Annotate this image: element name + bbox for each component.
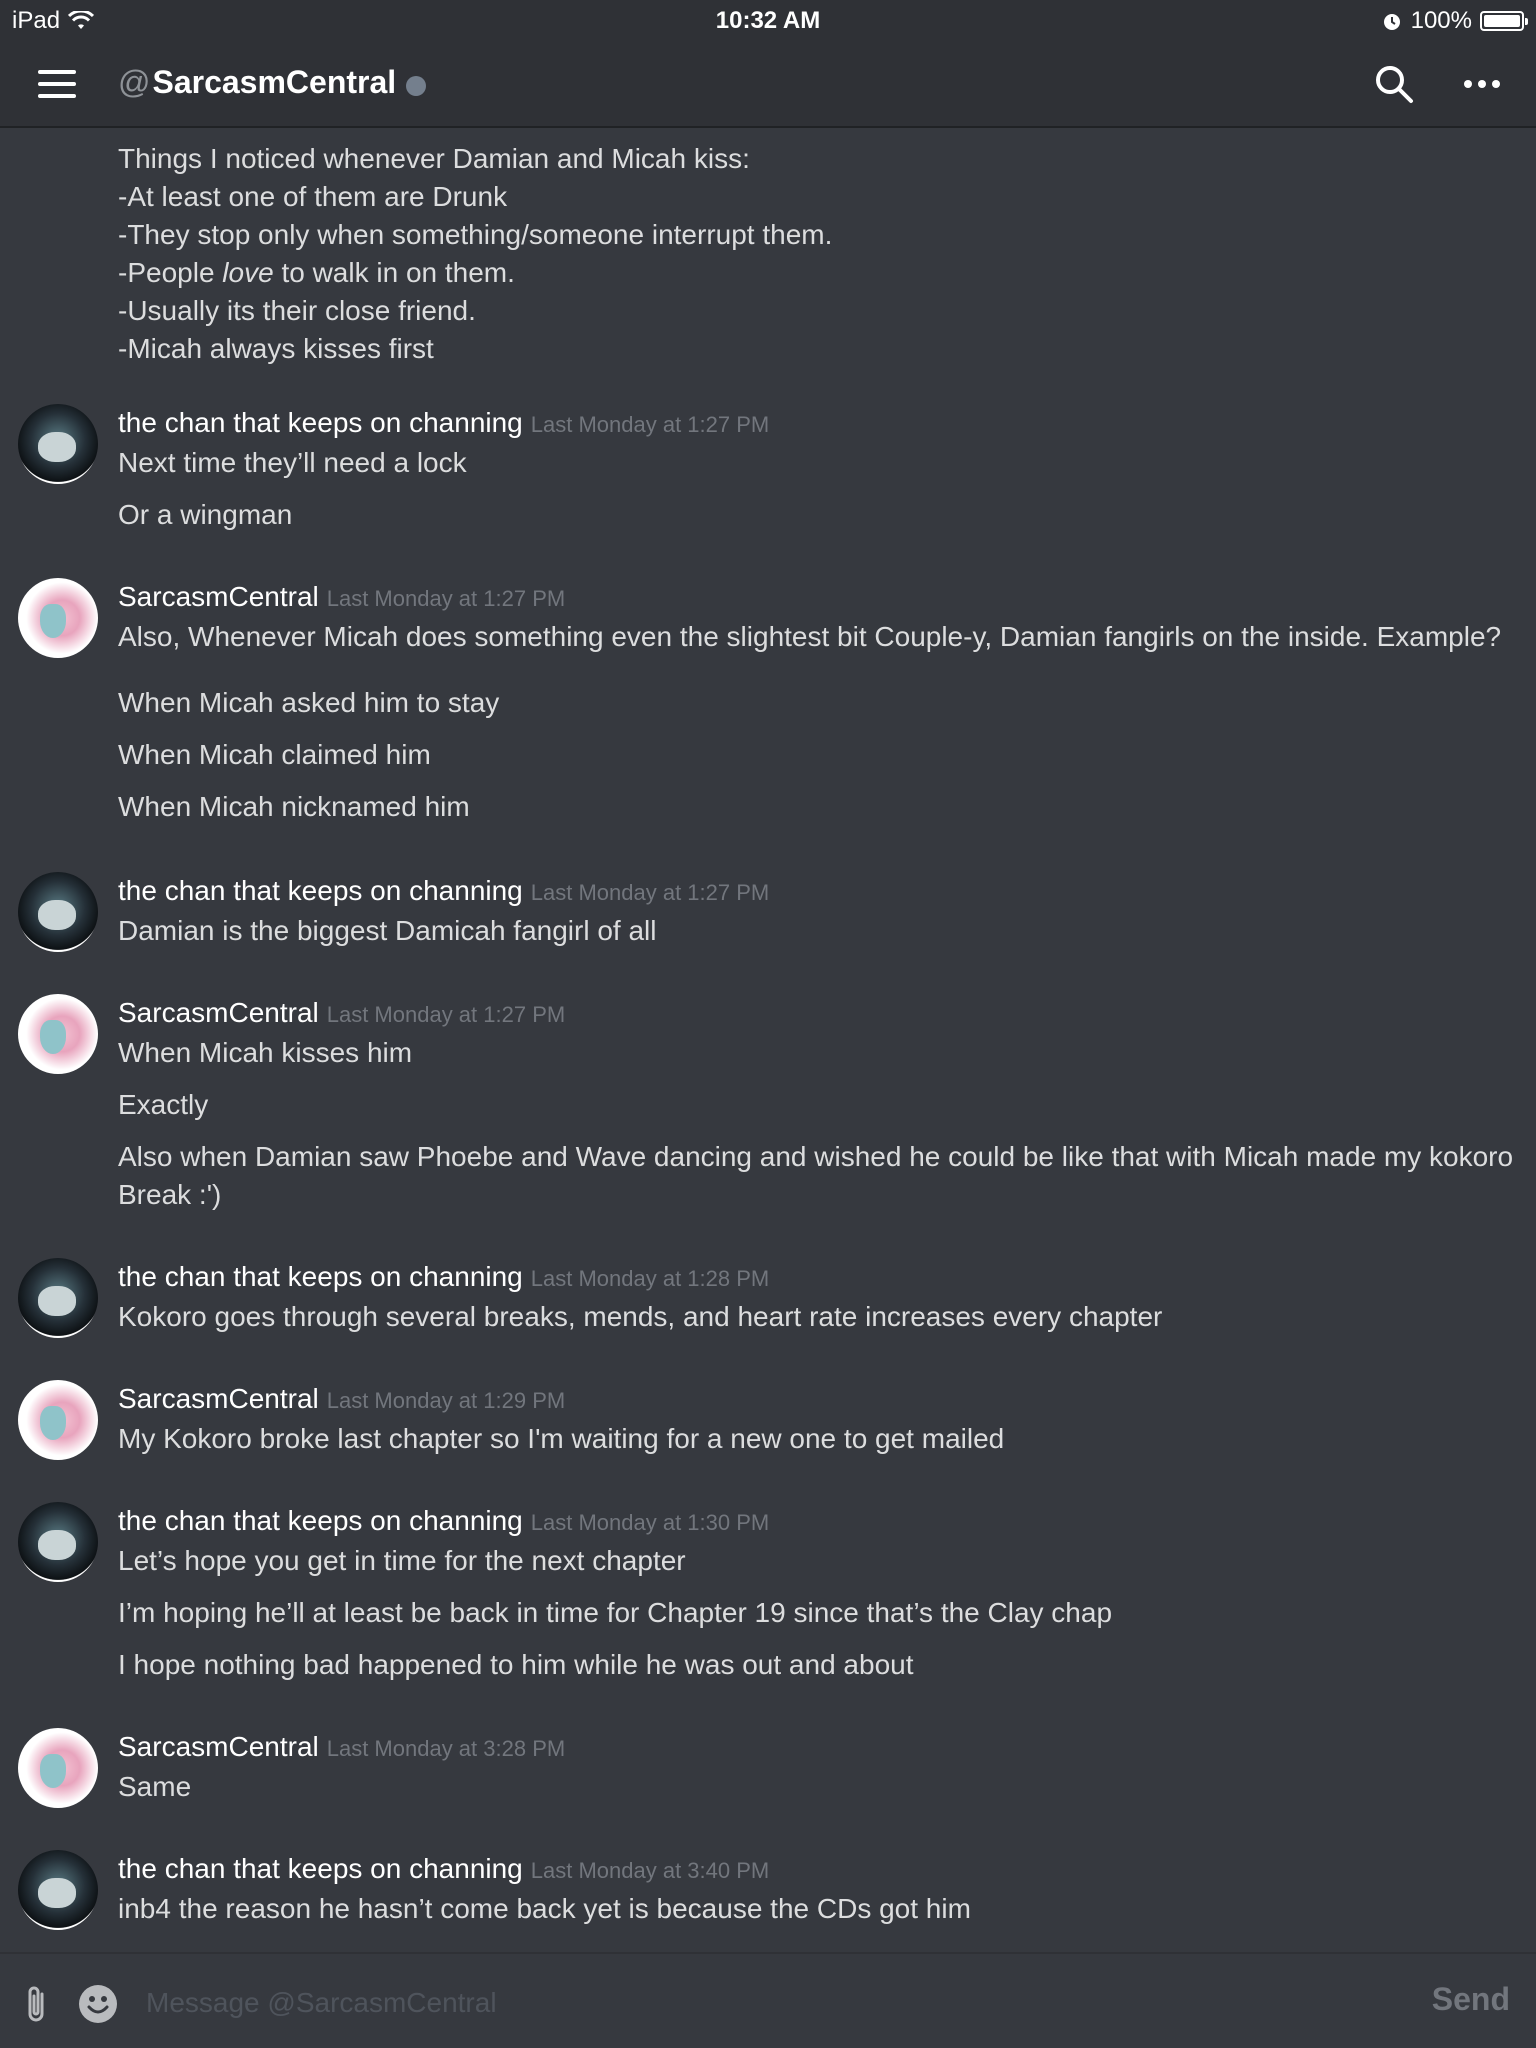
timestamp: Last Monday at 1:27 PM (530, 880, 770, 905)
message-group: SarcasmCentral Last Monday at 1:27 PM Als… (0, 578, 1536, 826)
message-line: Damian is the biggest Damicah fangirl of… (118, 915, 657, 946)
timestamp: Last Monday at 3:28 PM (326, 1736, 566, 1761)
timestamp: Last Monday at 1:29 PM (326, 1388, 566, 1413)
message-line: When Micah nicknamed him (118, 791, 470, 822)
message-header: the chan that keeps on channing Last Mond… (118, 1502, 1516, 1542)
channel-name: SarcasmCentral (152, 64, 397, 100)
at-symbol: @ (118, 64, 151, 100)
message-line: My Kokoro broke last chapter so I'm wait… (118, 1423, 1005, 1454)
hamburger-menu-icon[interactable] (38, 70, 76, 98)
avatar[interactable] (18, 1850, 98, 1930)
author-name[interactable]: SarcasmCentral (118, 1731, 319, 1762)
avatar[interactable] (18, 1728, 98, 1808)
message-line: Exactly (118, 1089, 209, 1120)
send-button[interactable]: Send (1426, 1980, 1516, 2019)
status-bar: iPad 10:32 AM 100% (0, 0, 1536, 40)
channel-header: @ SarcasmCentral (0, 40, 1536, 128)
emphasis-text: love (222, 257, 274, 288)
timestamp: Last Monday at 1:30 PM (530, 1510, 770, 1535)
message-header: SarcasmCentral Last Monday at 1:27 PM (118, 578, 1516, 618)
message-line: -Usually its their close friend. (118, 295, 476, 326)
timestamp: Last Monday at 1:27 PM (530, 412, 770, 437)
message-line: When Micah claimed him (118, 739, 431, 770)
timestamp: Last Monday at 1:27 PM (326, 586, 566, 611)
author-name[interactable]: SarcasmCentral (118, 581, 319, 612)
message-group: the chan that keeps on channing Last Mond… (0, 404, 1536, 534)
message-header: SarcasmCentral Last Monday at 1:27 PM (118, 994, 1516, 1034)
message-composer: Send (0, 1952, 1536, 2048)
avatar[interactable] (18, 578, 98, 658)
emoji-icon[interactable] (78, 1984, 118, 2024)
message-line: Or a wingman (118, 499, 293, 530)
avatar[interactable] (18, 1380, 98, 1460)
message-group: SarcasmCentral Last Monday at 1:29 PM My … (0, 1380, 1536, 1460)
message-line: When Micah asked him to stay (118, 687, 500, 718)
avatar[interactable] (18, 872, 98, 952)
author-name[interactable]: the chan that keeps on channing (118, 1261, 523, 1292)
battery-percent: 100% (1410, 7, 1472, 34)
message-line: I hope nothing bad happened to him while… (118, 1649, 914, 1680)
message-line: When Micah kisses him (118, 1037, 413, 1068)
alarm-icon (1383, 14, 1400, 30)
message-group: SarcasmCentral Last Monday at 3:28 PM Sam… (0, 1728, 1536, 1808)
message-line: Also when Damian saw Phoebe and Wave dan… (118, 1141, 1514, 1210)
author-name[interactable]: the chan that keeps on channing (118, 875, 523, 906)
message-list[interactable]: Things I noticed whenever Damian and Mic… (0, 128, 1536, 1952)
message-header: SarcasmCentral Last Monday at 1:29 PM (118, 1380, 1516, 1420)
message-line: -They stop only when something/someone i… (118, 219, 833, 250)
message-header: the chan that keeps on channing Last Mond… (118, 1850, 1516, 1890)
message-header: the chan that keeps on channing Last Mond… (118, 872, 1516, 912)
message-line: Let’s hope you get in time for the next … (118, 1545, 686, 1576)
timestamp: Last Monday at 1:27 PM (326, 1002, 566, 1027)
author-name[interactable]: the chan that keeps on channing (118, 1505, 523, 1536)
message-group: Things I noticed whenever Damian and Mic… (0, 140, 1536, 368)
timestamp: Last Monday at 1:28 PM (530, 1266, 770, 1291)
message-group: the chan that keeps on channing Last Mond… (0, 1258, 1536, 1338)
paperclip-icon[interactable] (22, 1984, 52, 2024)
message-line: -At least one of them are Drunk (118, 181, 508, 212)
message-group: the chan that keeps on channing Last Mond… (0, 1502, 1536, 1684)
avatar[interactable] (18, 1502, 98, 1582)
message-line: Kokoro goes through several breaks, mend… (118, 1301, 1163, 1332)
message-line: Same (118, 1771, 192, 1802)
message-header: the chan that keeps on channing Last Mond… (118, 404, 1516, 444)
author-name[interactable]: SarcasmCentral (118, 1383, 319, 1414)
channel-title: @ SarcasmCentral (118, 64, 427, 101)
author-name[interactable]: the chan that keeps on channing (118, 1853, 523, 1884)
clock: 10:32 AM (715, 7, 821, 34)
message-group: the chan that keeps on channing Last Mond… (0, 1850, 1536, 1930)
author-name[interactable]: the chan that keeps on channing (118, 407, 523, 438)
timestamp: Last Monday at 3:40 PM (530, 1858, 770, 1883)
avatar[interactable] (18, 994, 98, 1074)
message-line: inb4 the reason he hasn’t come back yet … (118, 1893, 971, 1924)
avatar[interactable] (18, 404, 98, 484)
message-line: Next time they’ll need a lock (118, 447, 467, 478)
message-group: SarcasmCentral Last Monday at 1:27 PM Whe… (0, 994, 1536, 1214)
message-input[interactable] (144, 1976, 1408, 2030)
message-line: -Micah always kisses first (118, 333, 434, 364)
message-header: the chan that keeps on channing Last Mond… (118, 1258, 1516, 1298)
battery-icon (1480, 11, 1528, 31)
more-options-icon[interactable] (1464, 80, 1500, 90)
message-line: Also, Whenever Micah does something even… (118, 621, 1502, 652)
message-header: SarcasmCentral Last Monday at 3:28 PM (118, 1728, 1516, 1768)
status-right: 100% (1381, 7, 1528, 35)
offline-status-icon (406, 75, 427, 96)
message-line: -People love to walk in on them. (118, 257, 515, 288)
search-icon[interactable] (1374, 64, 1414, 104)
avatar[interactable] (18, 1258, 98, 1338)
message-line: I’m hoping he’ll at least be back in tim… (118, 1597, 1113, 1628)
message-group: the chan that keeps on channing Last Mond… (0, 872, 1536, 952)
message-line: Things I noticed whenever Damian and Mic… (118, 143, 750, 174)
author-name[interactable]: SarcasmCentral (118, 997, 319, 1028)
